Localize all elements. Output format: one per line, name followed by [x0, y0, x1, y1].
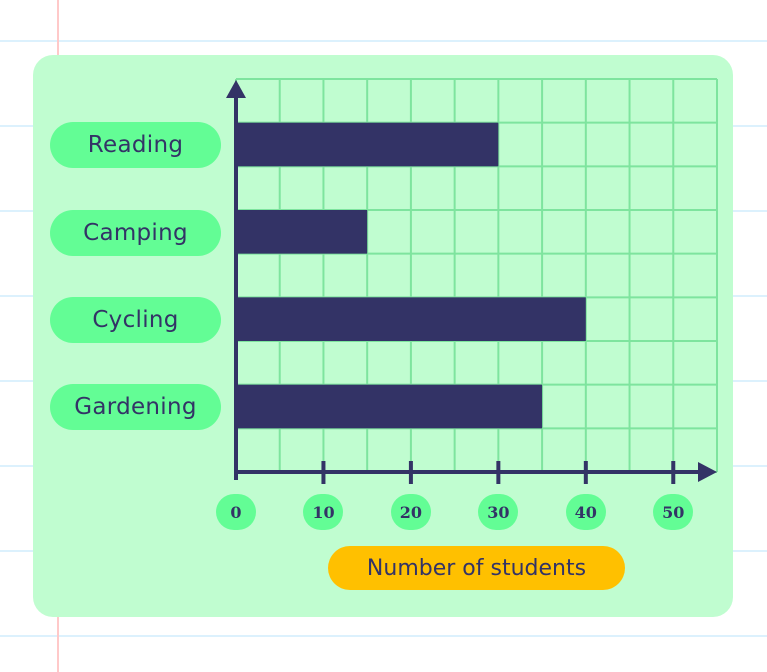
category-label-camping: Camping	[50, 210, 221, 256]
category-label-cycling: Cycling	[50, 297, 221, 343]
bar-reading	[236, 122, 499, 167]
category-label-gardening: Gardening	[50, 384, 221, 430]
x-tick-label: 40	[565, 494, 606, 530]
bar-camping	[236, 210, 368, 254]
x-tick-label: 20	[390, 494, 431, 530]
y-axis-arrow-icon	[226, 80, 246, 98]
x-tick-label: 30	[478, 494, 519, 530]
bar-gardening	[236, 384, 543, 429]
x-axis-label: Number of students	[328, 546, 625, 590]
x-tick-label: 50	[653, 494, 694, 530]
x-tick-label: 10	[303, 494, 344, 530]
bar-cycling	[236, 297, 586, 341]
category-label-reading: Reading	[50, 122, 221, 168]
x-tick-label: 0	[216, 494, 256, 530]
x-axis-arrow-icon	[698, 462, 717, 482]
